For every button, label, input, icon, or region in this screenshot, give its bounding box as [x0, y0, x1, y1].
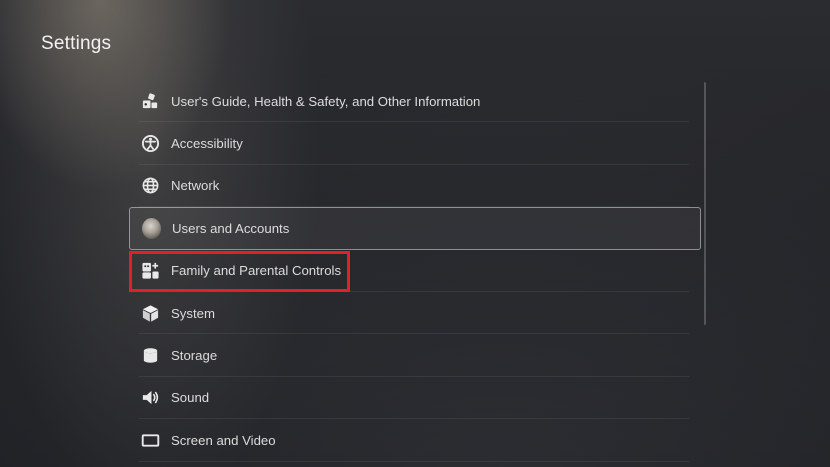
accessibility-icon	[141, 134, 160, 153]
menu-item-label: Screen and Video	[171, 432, 276, 448]
scrollbar[interactable]	[704, 82, 706, 325]
menu-item-label: Network	[171, 178, 220, 194]
menu-item-users-guide[interactable]: User's Guide, Health & Safety, and Other…	[129, 80, 701, 123]
menu-item-network[interactable]: Network	[129, 165, 701, 208]
database-icon	[141, 346, 160, 365]
cube-icon	[141, 304, 160, 323]
page-title: Settings	[41, 33, 112, 54]
menu-item-users-and-accounts[interactable]: Users and Accounts	[129, 207, 701, 250]
highlight-annotation-box	[129, 251, 350, 292]
menu-item-sound[interactable]: Sound	[129, 377, 701, 420]
menu-item-storage[interactable]: Storage	[129, 334, 701, 378]
speaker-icon	[141, 388, 160, 407]
menu-item-label: System	[171, 305, 215, 321]
menu-item-accessibility[interactable]: Accessibility	[129, 122, 701, 166]
menu-item-label: Users and Accounts	[172, 220, 290, 236]
menu-item-screen-and-video[interactable]: Screen and Video	[129, 419, 701, 462]
globe-icon	[141, 176, 160, 195]
menu-item-label: Accessibility	[171, 136, 243, 152]
menu-item-label: Sound	[171, 390, 210, 406]
avatar	[142, 217, 161, 239]
guide-icon	[141, 92, 160, 111]
menu-item-label: Storage	[171, 348, 218, 364]
menu-item-label: User's Guide, Health & Safety, and Other…	[171, 93, 481, 109]
screen-icon	[141, 431, 160, 450]
menu-item-system[interactable]: System	[129, 292, 701, 335]
